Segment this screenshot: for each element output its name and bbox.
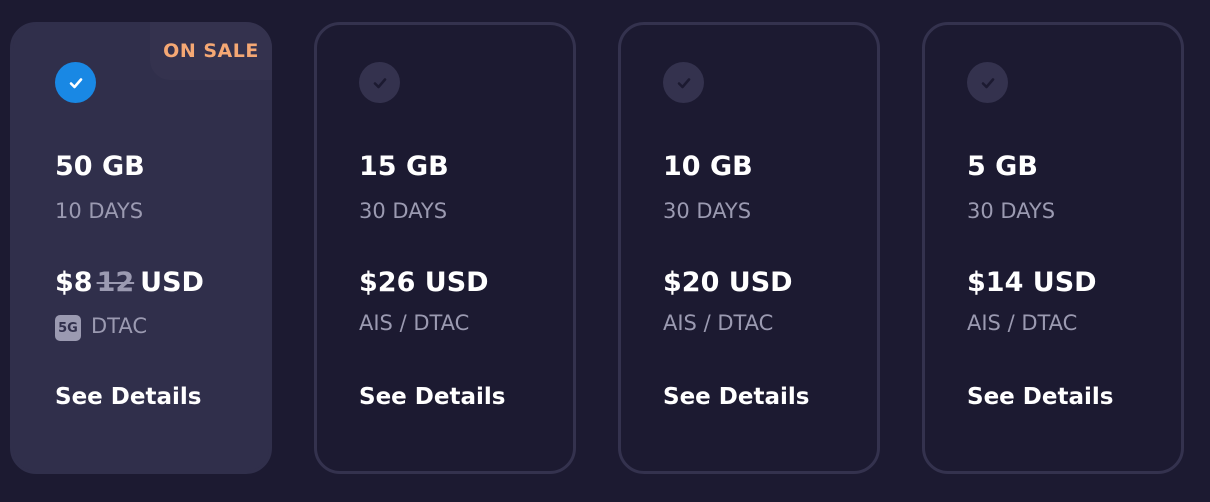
data-amount: 5 GB	[967, 151, 1038, 182]
network-label: AIS / DTAC	[967, 311, 1078, 335]
plan-price: $8 12 USD	[55, 267, 204, 298]
see-details-link[interactable]: See Details	[55, 384, 201, 410]
data-amount: 10 GB	[663, 151, 753, 182]
network-label: AIS / DTAC	[663, 311, 774, 335]
plan-duration: 10 DAYS	[55, 199, 144, 223]
plan-network: AIS / DTAC	[663, 311, 773, 335]
plan-network: AIS / DTAC	[967, 311, 1077, 335]
plan-network: AIS / DTAC	[359, 311, 469, 335]
network-label: AIS / DTAC	[359, 311, 470, 335]
current-price: $26	[359, 267, 416, 298]
plan-duration: 30 DAYS	[967, 199, 1056, 223]
plan-cards: ON SALE 50 GB 10 DAYS $8 12 USD 5G DTAC Se…	[0, 0, 1210, 502]
see-details-link[interactable]: See Details	[359, 384, 505, 410]
plan-price: $26 USD	[359, 267, 489, 298]
price-currency: USD	[140, 267, 204, 298]
data-amount: 50 GB	[55, 151, 145, 182]
plan-price: $20 USD	[663, 267, 793, 298]
price-currency: USD	[424, 267, 489, 298]
plan-duration: 30 DAYS	[359, 199, 448, 223]
current-price: $8	[55, 267, 93, 298]
data-amount: 15 GB	[359, 151, 449, 182]
plan-card-10gb[interactable]: 10 GB 30 DAYS $20 USD AIS / DTAC See Det…	[618, 22, 880, 474]
5g-badge-icon: 5G	[55, 315, 81, 341]
see-details-link[interactable]: See Details	[663, 384, 809, 410]
plan-card-50gb[interactable]: ON SALE 50 GB 10 DAYS $8 12 USD 5G DTAC Se…	[10, 22, 272, 474]
current-price: $14	[967, 267, 1024, 298]
see-details-link[interactable]: See Details	[967, 384, 1113, 410]
plan-price: $14 USD	[967, 267, 1097, 298]
sale-badge: ON SALE	[150, 22, 272, 80]
plan-duration: 30 DAYS	[663, 199, 752, 223]
plan-network: 5G DTAC	[55, 311, 147, 341]
checkmark-icon[interactable]	[55, 62, 96, 103]
original-price: 12	[96, 267, 135, 298]
current-price: $20	[663, 267, 720, 298]
price-currency: USD	[1032, 267, 1097, 298]
price-currency: USD	[728, 267, 793, 298]
checkmark-icon[interactable]	[359, 62, 400, 103]
plan-card-15gb[interactable]: 15 GB 30 DAYS $26 USD AIS / DTAC See Det…	[314, 22, 576, 474]
network-label: DTAC	[91, 314, 148, 338]
plan-card-5gb[interactable]: 5 GB 30 DAYS $14 USD AIS / DTAC See Deta…	[922, 22, 1184, 474]
checkmark-icon[interactable]	[967, 62, 1008, 103]
checkmark-icon[interactable]	[663, 62, 704, 103]
